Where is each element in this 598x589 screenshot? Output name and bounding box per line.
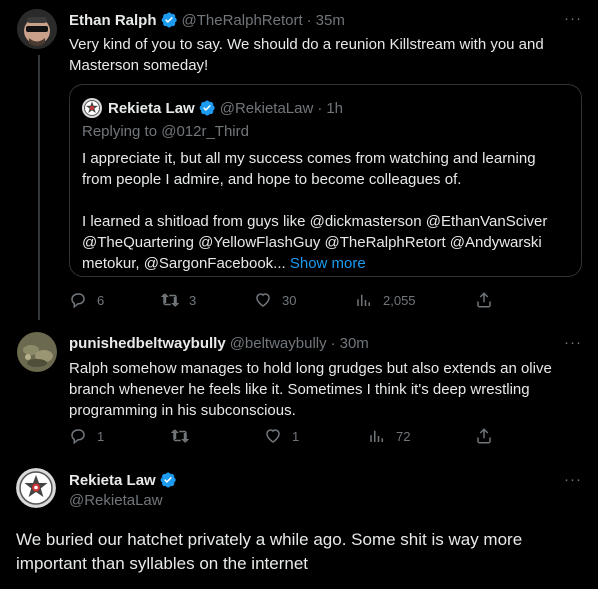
views-icon: [370, 430, 383, 442]
retweet-icon: [171, 429, 189, 443]
share-button[interactable]: [475, 427, 493, 445]
author-handle-row: @RekietaLaw: [69, 492, 163, 509]
retweet-icon: [161, 293, 179, 307]
quote-paragraph-1: I appreciate it, but all my success come…: [82, 150, 536, 188]
author-handle[interactable]: @RekietaLaw: [69, 492, 163, 509]
avatar-image: [17, 332, 57, 372]
view-count: 72: [396, 428, 411, 444]
verified-badge-icon: [160, 472, 176, 488]
timestamp[interactable]: 30m: [340, 335, 369, 352]
thread-line: [38, 55, 40, 320]
author-handle[interactable]: @beltwaybully: [230, 335, 327, 352]
reply-count: 1: [97, 428, 105, 444]
views-button[interactable]: 72: [368, 427, 410, 445]
main-tweet-text: We buried our hatchet privately a while …: [16, 530, 523, 573]
share-icon: [477, 428, 491, 444]
verified-badge-icon: [199, 100, 215, 116]
author-handle[interactable]: @TheRalphRetort: [182, 12, 303, 29]
views-icon: [357, 294, 370, 306]
author-name[interactable]: Rekieta Law: [69, 472, 156, 489]
quote-author-name[interactable]: Rekieta Law: [108, 100, 195, 117]
reply-icon: [71, 429, 85, 445]
quote-paragraph-2: I learned a shitload from guys like @dic…: [82, 211, 567, 274]
tweet-header: Rekieta Law: [69, 471, 177, 489]
avatar-ethan-ralph[interactable]: [17, 9, 57, 49]
quoted-tweet[interactable]: Rekieta Law @RekietaLaw · 1h Replying to…: [69, 84, 582, 277]
quote-timestamp[interactable]: 1h: [326, 100, 343, 117]
tweet-actions: 1 1 72: [69, 427, 495, 447]
reply-count: 6: [97, 292, 105, 308]
retweet-button[interactable]: 3: [161, 291, 196, 309]
reply-button[interactable]: 1: [69, 427, 104, 445]
separator-dot: ·: [317, 99, 323, 117]
tweet-ethan-ralph[interactable]: Ethan Ralph @TheRalphRetort · 35m ··· Ve…: [0, 0, 598, 320]
share-button[interactable]: [475, 291, 493, 309]
verified-badge-icon: [161, 12, 177, 28]
quote-avatar[interactable]: [82, 98, 102, 118]
like-button[interactable]: 1: [264, 427, 299, 445]
tweet-text: Very kind of you to say. We should do a …: [69, 36, 544, 74]
avatar-image: [16, 468, 56, 508]
reply-button[interactable]: 6: [69, 291, 104, 309]
tweet-header: Ethan Ralph @TheRalphRetort · 35m: [69, 11, 345, 29]
tweet-punishedbeltwaybully[interactable]: punishedbeltwaybully @beltwaybully · 30m…: [0, 320, 598, 455]
tweet-header: punishedbeltwaybully @beltwaybully · 30m: [69, 335, 369, 352]
quote-text: I appreciate it, but all my success come…: [82, 148, 567, 274]
separator-dot: ·: [330, 335, 336, 352]
replying-to[interactable]: Replying to @012r_Third: [82, 123, 249, 140]
heart-icon: [266, 429, 280, 443]
avatar-rekieta-law[interactable]: [16, 468, 56, 508]
separator-dot: ·: [306, 11, 312, 29]
retweet-count: 3: [189, 292, 197, 308]
retweet-button[interactable]: [171, 427, 199, 445]
show-more-link[interactable]: Show more: [290, 255, 366, 272]
share-icon: [477, 292, 491, 308]
more-options-icon[interactable]: ···: [564, 10, 582, 27]
views-button[interactable]: 2,055: [355, 291, 416, 309]
more-options-icon[interactable]: ···: [564, 334, 582, 351]
view-count: 2,055: [383, 292, 416, 308]
reply-icon: [71, 293, 85, 309]
more-options-icon[interactable]: ···: [564, 471, 582, 488]
heart-icon: [256, 293, 270, 307]
author-name[interactable]: Ethan Ralph: [69, 12, 157, 29]
tweet-text: Ralph somehow manages to hold long grudg…: [69, 360, 552, 419]
avatar-image: [17, 9, 57, 49]
tweet-actions: 6 3 30 2,055: [69, 291, 495, 311]
like-count: 30: [282, 292, 297, 308]
author-name[interactable]: punishedbeltwaybully: [69, 335, 226, 352]
quote-author-handle[interactable]: @RekietaLaw: [220, 100, 314, 117]
avatar-punishedbeltwaybully[interactable]: [17, 332, 57, 372]
timestamp[interactable]: 35m: [316, 12, 345, 29]
like-button[interactable]: 30: [254, 291, 296, 309]
like-count: 1: [292, 428, 300, 444]
quote-header: Rekieta Law @RekietaLaw · 1h: [82, 98, 343, 118]
